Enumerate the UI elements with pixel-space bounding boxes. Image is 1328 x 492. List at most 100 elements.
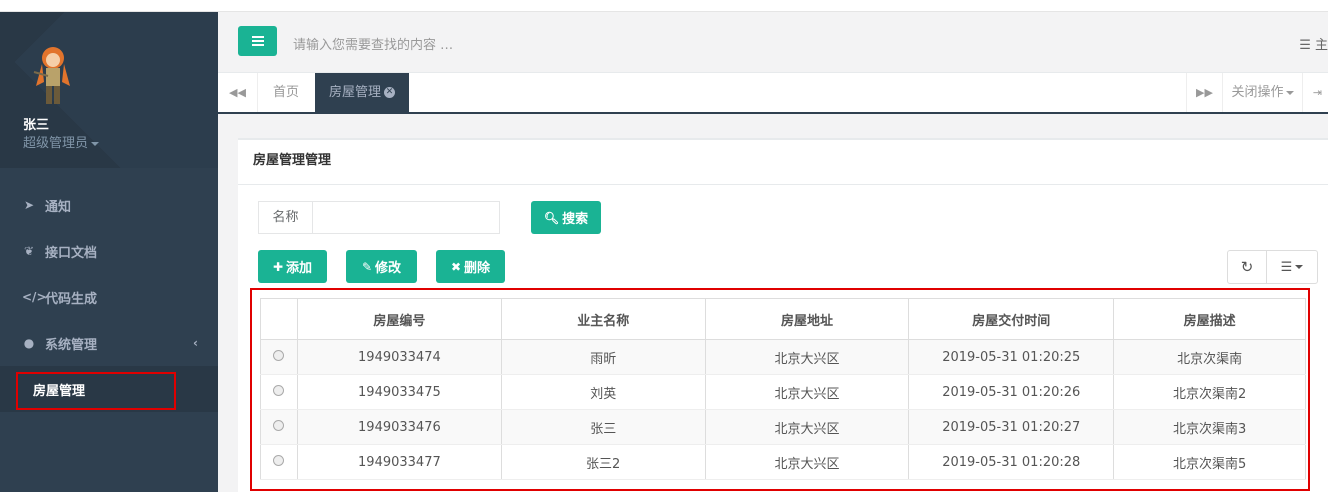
caret-down-icon [1285,90,1294,95]
table-cell: 2019-05-31 01:20:26 [908,374,1115,410]
columns-toggle-button[interactable]: ☰ [1266,250,1318,284]
search-button-label: 搜索 [562,212,589,227]
table-row[interactable]: 1949033477 张三2 北京大兴区 2019-05-31 01:20:28… [260,444,1306,480]
table-cell: 2019-05-31 01:20:27 [908,409,1115,445]
table-cell: 北京大兴区 [704,409,910,445]
delete-button[interactable]: ✖ 删除 [436,250,505,283]
table-cell: 北京次渠南5 [1113,444,1306,480]
table-cell: 刘英 [500,374,706,410]
global-search-input[interactable]: 请输入您需要查找的内容 … [293,34,453,53]
close-operations-dropdown[interactable]: 关闭操作 [1222,73,1302,112]
list-icon: ☰ [1280,259,1293,275]
select-header [260,298,298,340]
scroll-right-icon[interactable]: ▶▶ [1186,73,1222,112]
tab-house-management[interactable]: 房屋管理 ✕ [315,73,410,112]
row-select-cell [260,444,298,480]
tab-home[interactable]: 首页 [259,73,313,112]
browser-bookmark-strip [0,0,1328,12]
close-ops-label: 关闭操作 [1231,85,1284,100]
table-cell: 北京大兴区 [704,374,910,410]
name-label: 名称 [259,202,313,233]
column-header[interactable]: 业主名称 [500,298,706,340]
plus-icon: ✚ [272,259,284,274]
sidebar-item-code-gen[interactable]: </> 代码生成 [0,274,218,320]
table-cell: 2019-05-31 01:20:28 [908,444,1115,480]
code-icon: </> [22,290,47,304]
theme-label: 主 [1314,38,1328,53]
hamburger-icon [251,40,264,42]
sidebar-item-notice[interactable]: ➤ 通知 [0,182,218,228]
user-role-label: 超级管理员 [23,136,89,151]
sidebar-item-api-docs[interactable]: ❦ 接口文档 [0,228,218,274]
theme-button[interactable]: ☰ 主 [1299,34,1328,53]
row-select-cell [260,409,298,445]
table-cell: 2019-05-31 01:20:25 [908,339,1115,375]
table-cell: 1949033476 [296,409,502,445]
house-table: 房屋编号 业主名称 房屋地址 房屋交付时间 房屋描述 1949033474 雨昕… [260,298,1306,480]
tabs-bar: ◀◀ 首页 房屋管理 ✕ ▶▶ 关闭操作 ⇥ [218,73,1328,114]
column-header[interactable]: 房屋地址 [704,298,910,340]
table-highlight-frame: 房屋编号 业主名称 房屋地址 房屋交付时间 房屋描述 1949033474 雨昕… [250,288,1310,491]
sidebar-item-house-management[interactable]: 房屋管理 [16,372,176,410]
search-icon: 🔍︎ [543,210,560,225]
sidebar: 张三 超级管理员 ➤ 通知 ❦ 接口文档 </> 代码生成 ● 系统管理 ‹ 房… [0,12,218,492]
caret-down-icon [91,141,100,146]
row-radio[interactable] [273,349,285,361]
top-navbar: 请输入您需要查找的内容 … ☰ 主 [218,12,1328,73]
table-row[interactable]: 1949033476 张三 北京大兴区 2019-05-31 01:20:27 … [260,409,1306,445]
sidebar-item-label: 系统管理 [45,337,98,353]
table-row[interactable]: 1949033475 刘英 北京大兴区 2019-05-31 01:20:26 … [260,374,1306,410]
column-header[interactable]: 房屋描述 [1113,298,1306,340]
sidebar-item-label: 接口文档 [45,245,98,261]
edit-icon: ✎ [361,259,373,274]
table-cell: 1949033475 [296,374,502,410]
sidebar-item-system[interactable]: ● 系统管理 ‹ [0,320,218,366]
profile-panel: 张三 超级管理员 [0,12,218,168]
table-row[interactable]: 1949033474 雨昕 北京大兴区 2019-05-31 01:20:25 … [260,339,1306,375]
name-search-group: 名称 [258,201,500,234]
subnav: 房屋管理 [0,366,218,412]
scroll-left-icon[interactable]: ◀◀ [218,73,258,112]
table-cell: 雨昕 [500,339,706,375]
close-icon[interactable]: ✕ [384,87,396,98]
add-button-label: 添加 [286,261,313,276]
paper-plane-icon: ➤ [23,198,35,212]
name-input[interactable] [313,202,499,233]
edit-button[interactable]: ✎ 修改 [346,250,417,283]
sidebar-item-label: 通知 [45,199,72,215]
table-cell: 北京次渠南3 [1113,409,1306,445]
avatar[interactable] [26,42,80,108]
row-select-cell [260,339,298,375]
column-header[interactable]: 房屋编号 [296,298,502,340]
row-radio[interactable] [273,384,285,396]
table-header-row: 房屋编号 业主名称 房屋地址 房屋交付时间 房屋描述 [260,298,1306,340]
user-name: 张三 [23,118,50,133]
add-button[interactable]: ✚ 添加 [258,250,327,283]
table-cell: 北京大兴区 [704,444,910,480]
exit-icon[interactable]: ⇥ [1302,73,1328,112]
table-cell: 张三 [500,409,706,445]
refresh-icon: ↻ [1240,258,1254,276]
list-icon: ☰ [1299,38,1315,53]
user-icon: ● [23,336,35,350]
menu-toggle-button[interactable] [238,26,277,56]
search-button[interactable]: 🔍︎ 搜索 [531,201,601,234]
refresh-button[interactable]: ↻ [1227,250,1267,284]
delete-button-label: 删除 [464,261,491,276]
table-cell: 1949033474 [296,339,502,375]
user-role-dropdown[interactable]: 超级管理员 [23,132,100,151]
panel-title: 房屋管理管理 [238,140,1328,185]
tab-label: 房屋管理 [329,85,382,100]
table-cell: 北京次渠南 [1113,339,1306,375]
leaf-icon: ❦ [23,244,35,258]
chevron-left-icon: ‹ [193,336,198,350]
row-radio[interactable] [273,419,285,431]
table-cell: 北京次渠南2 [1113,374,1306,410]
row-radio[interactable] [273,454,285,466]
row-select-cell [260,374,298,410]
caret-down-icon [1295,265,1304,269]
column-header[interactable]: 房屋交付时间 [908,298,1115,340]
times-icon: ✖ [450,259,462,274]
sidebar-item-label: 代码生成 [45,291,98,307]
table-cell: 张三2 [500,444,706,480]
